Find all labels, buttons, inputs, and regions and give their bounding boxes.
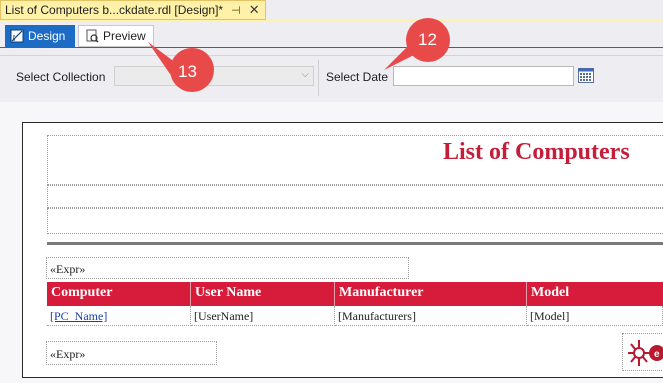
preview-magnifier-icon xyxy=(86,29,99,43)
logo-image-box[interactable]: e xyxy=(622,333,663,371)
header-divider-line xyxy=(47,242,663,245)
tabs-baseline xyxy=(0,47,663,48)
document-tab-accent-bar xyxy=(0,20,663,22)
cell-model[interactable]: [Model] xyxy=(527,306,663,326)
callout-12-label: 12 xyxy=(418,30,437,49)
expr-textbox-bottom[interactable]: «Expr» xyxy=(46,341,217,365)
column-header-user-name[interactable]: User Name xyxy=(191,282,335,306)
date-label: Select Date xyxy=(326,70,389,84)
callout-13-label: 13 xyxy=(178,62,197,81)
column-header-model[interactable]: Model xyxy=(527,282,663,306)
company-logo-icon: e xyxy=(628,340,663,366)
design-ruler-icon xyxy=(10,29,24,43)
tab-design[interactable]: Design xyxy=(5,25,75,47)
parameter-divider xyxy=(318,60,319,96)
cell-manufacturer[interactable]: [Manufacturers] xyxy=(335,306,527,326)
tab-design-label: Design xyxy=(28,29,66,43)
column-header-manufacturer[interactable]: Manufacturer xyxy=(335,282,527,306)
collection-label: Select Collection xyxy=(16,70,106,84)
svg-text:e: e xyxy=(654,349,660,360)
column-header-computer[interactable]: Computer xyxy=(47,282,191,306)
pin-icon[interactable]: ⊣ xyxy=(231,4,241,17)
calendar-icon[interactable] xyxy=(578,67,594,83)
report-title: List of Computers xyxy=(443,139,630,165)
cell-user-name[interactable]: [UserName] xyxy=(191,306,335,326)
chevron-down-icon[interactable]: ⌵ xyxy=(301,69,309,80)
expr-textbox-top[interactable]: «Expr» xyxy=(46,257,409,279)
close-icon[interactable]: ✕ xyxy=(249,2,260,18)
document-tab[interactable]: List of Computers b...ckdate.rdl [Design… xyxy=(0,0,266,20)
header-row-1[interactable] xyxy=(47,185,663,208)
callout-12 xyxy=(384,18,450,70)
cell-pc-name[interactable]: [PC_Name] xyxy=(47,306,191,326)
header-row-2[interactable] xyxy=(47,208,663,234)
document-tab-title: List of Computers b...ckdate.rdl [Design… xyxy=(5,3,224,17)
